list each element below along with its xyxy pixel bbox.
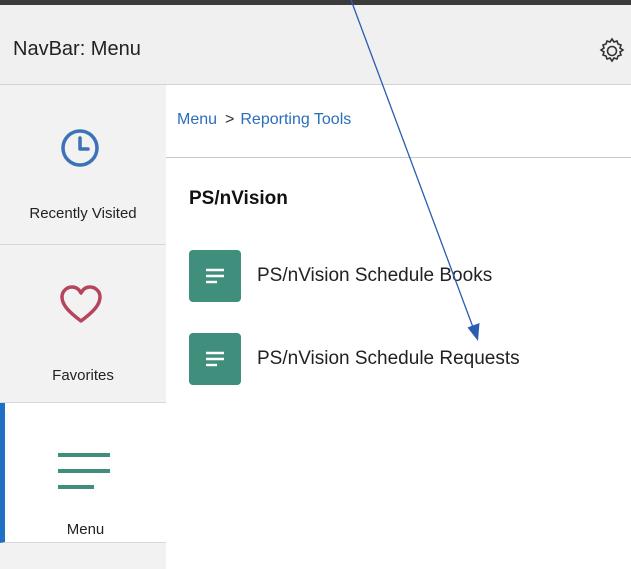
sidebar-item-favorites[interactable]: Favorites [0,245,166,403]
navbar-title: NavBar: Menu [13,38,141,60]
sidebar-item-label: Favorites [52,367,114,384]
breadcrumb-divider [166,157,631,158]
breadcrumb-root[interactable]: Menu [177,111,217,128]
sidebar-item-label: Menu [66,521,105,538]
gear-icon[interactable] [596,35,628,67]
breadcrumb: Menu > Reporting Tools [177,111,351,129]
sidebar-item-menu[interactable]: Menu [0,403,166,543]
heart-icon [60,285,102,323]
link-label[interactable]: PS/nVision Schedule Books [257,265,492,287]
sidebar-item-recently-visited[interactable]: Recently Visited [0,85,166,245]
hamburger-icon [58,453,110,489]
document-lines-icon [189,333,241,385]
navbar-sidebar: Recently Visited Favorites Menu [0,85,166,569]
navbar-header: NavBar: Menu [0,5,631,85]
sidebar-item-label: Recently Visited [29,205,137,222]
breadcrumb-current[interactable]: Reporting Tools [240,111,351,128]
breadcrumb-separator: > [225,111,235,128]
section-title: PS/nVision [189,188,288,209]
link-label[interactable]: PS/nVision Schedule Requests [257,348,520,370]
document-lines-icon [189,250,241,302]
clock-icon [61,129,99,167]
